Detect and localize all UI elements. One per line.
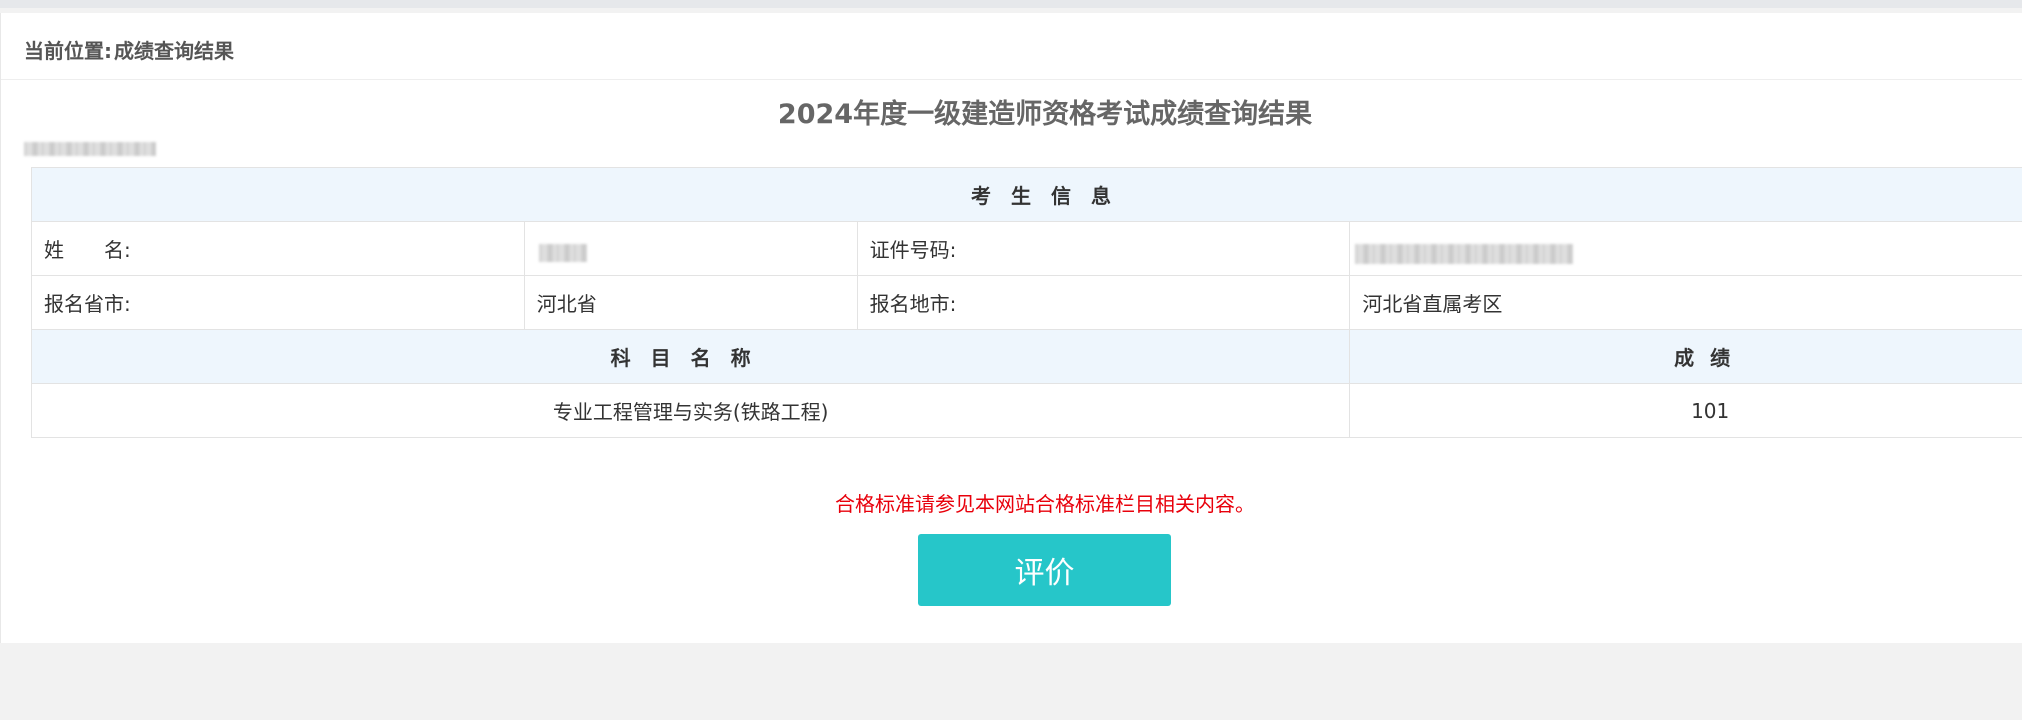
subject-score: 101: [1349, 383, 2022, 438]
id-number-label: 证件号码:: [856, 221, 1351, 276]
qualification-notice: 合格标准请参见本网站合格标准栏目相关内容。: [835, 492, 1255, 516]
candidate-info-header: 考生信息: [31, 167, 2022, 222]
evaluate-button[interactable]: 评价: [918, 534, 1171, 606]
redacted-id-number: [1355, 244, 1573, 264]
city-label: 报名地市:: [856, 275, 1351, 330]
table-row: 专业工程管理与实务(铁路工程) 101: [30, 383, 2022, 438]
table-row: 姓 名: 证件号码:: [31, 221, 2022, 276]
breadcrumb-label: 当前位置:: [24, 39, 112, 63]
subject-name: 专业工程管理与实务(铁路工程): [30, 383, 1351, 438]
page-title: 2024年度一级建造师资格考试成绩查询结果: [777, 99, 1313, 130]
score-header: 成绩: [1349, 329, 2022, 384]
name-label: 姓 名:: [31, 221, 525, 276]
breadcrumb-divider: [1, 79, 2022, 80]
breadcrumb: 当前位置: 成绩查询结果: [24, 35, 234, 64]
candidate-info-header-row: 考生信息: [31, 167, 2022, 222]
top-strip: [0, 0, 2022, 8]
redacted-name: [539, 244, 587, 262]
result-table: 考生信息 姓 名: 证件号码: 报名省市: 河北省 报名地市: 河北省直属考区 …: [30, 167, 2022, 438]
subject-header: 科目名称: [30, 329, 1351, 384]
breadcrumb-current: 成绩查询结果: [114, 39, 234, 63]
redacted-subtitle: [24, 142, 156, 156]
province-value: 河北省: [523, 275, 858, 330]
score-header-row: 科目名称 成绩: [30, 329, 2022, 384]
province-label: 报名省市:: [31, 275, 525, 330]
city-value: 河北省直属考区: [1349, 275, 2022, 330]
table-row: 报名省市: 河北省 报名地市: 河北省直属考区: [31, 275, 2022, 330]
